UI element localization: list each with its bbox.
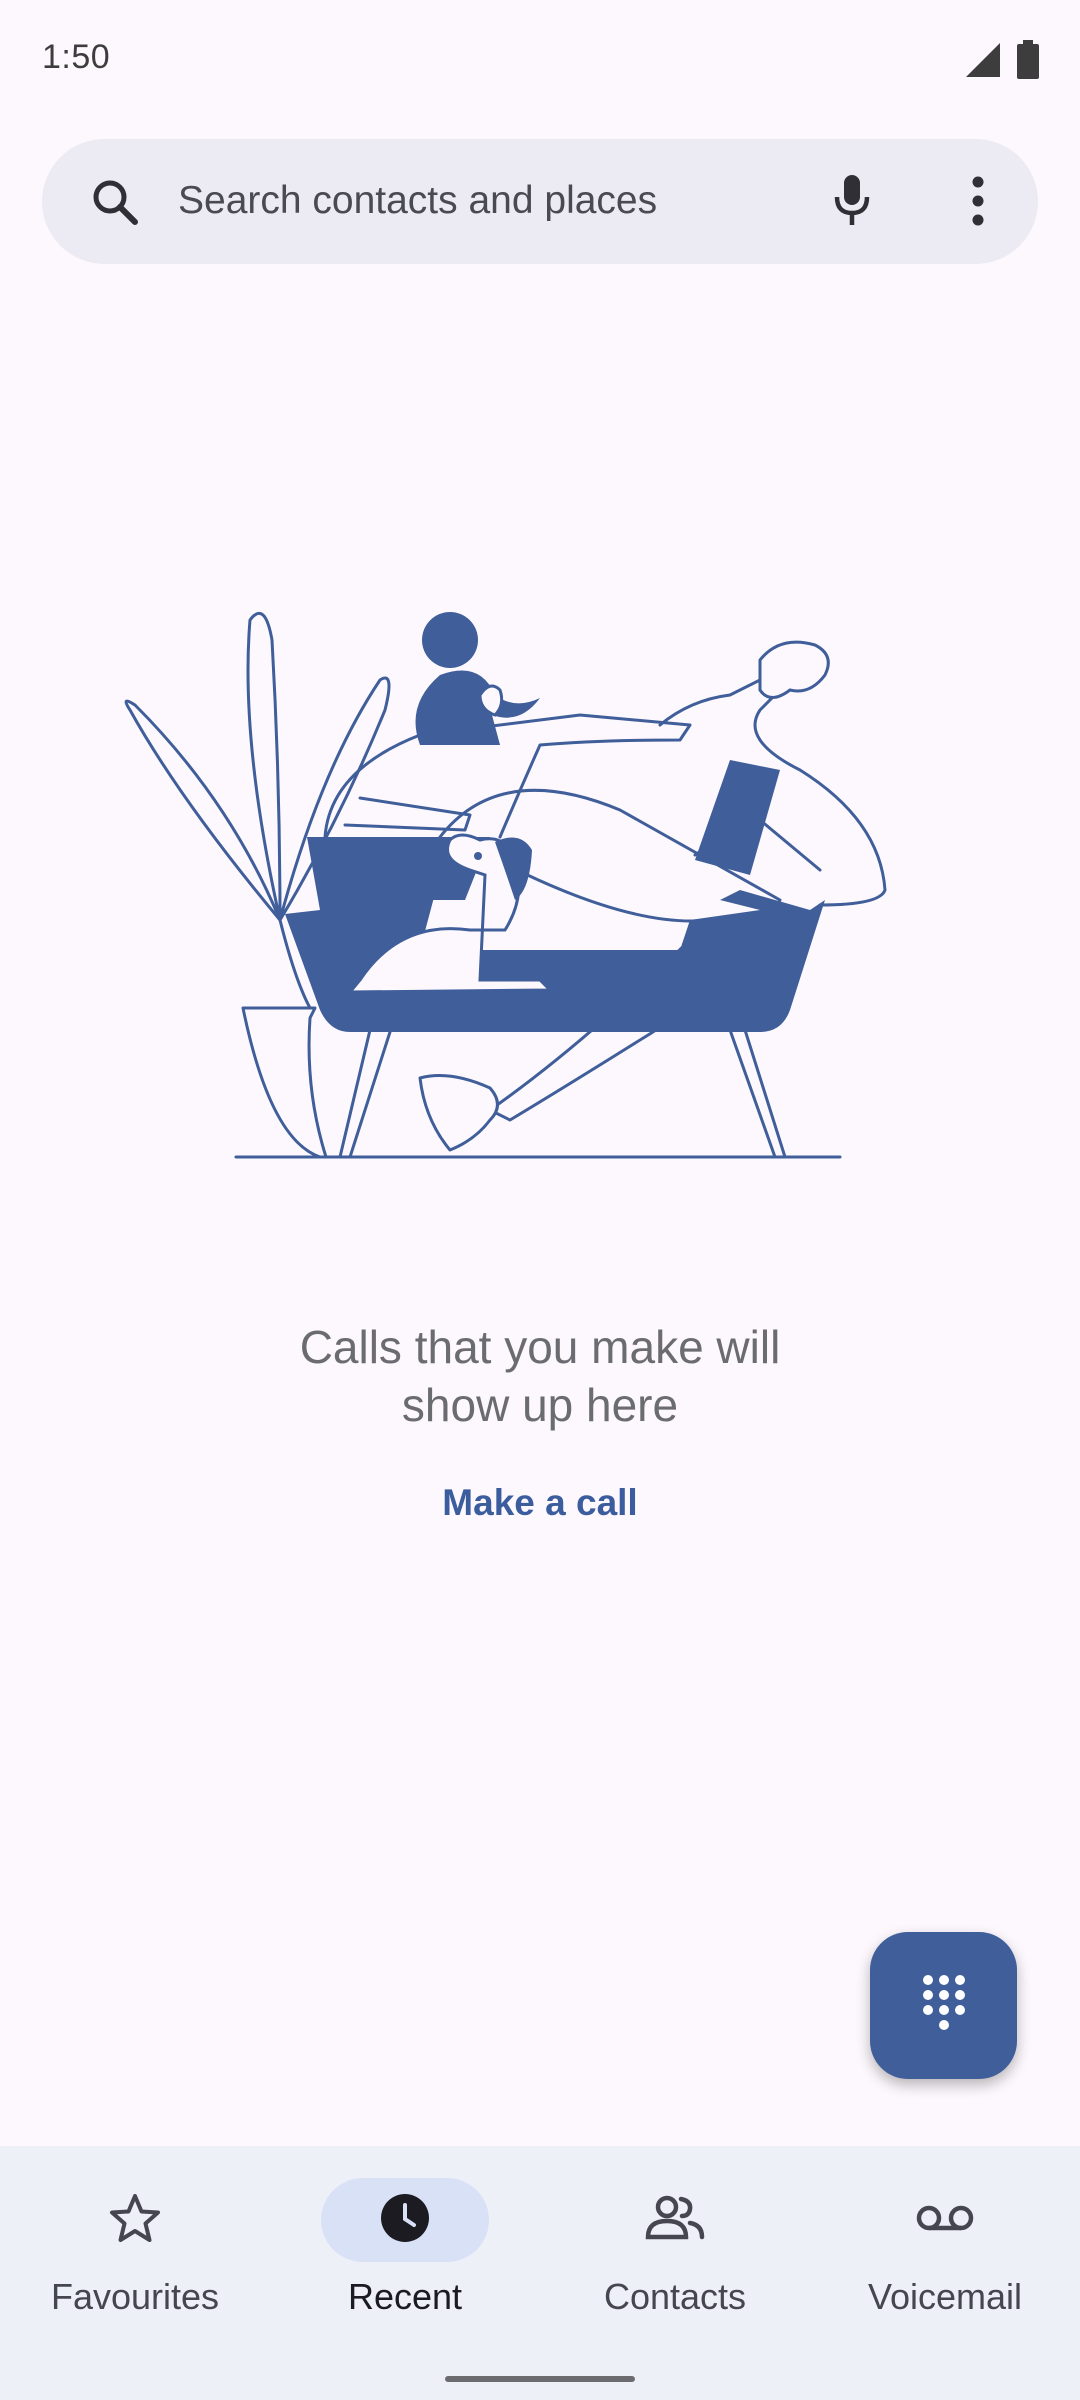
voicemail-icon: [915, 2203, 975, 2238]
person-and-dog-on-sofa-illustration: [120, 600, 960, 1170]
nav-favourites-icon-container: [51, 2178, 219, 2262]
nav-recent-icon-container: [321, 2178, 489, 2262]
status-bar: 1:50: [0, 0, 1080, 120]
clock-icon: [379, 2192, 431, 2249]
search-bar[interactable]: Search contacts and places: [42, 139, 1038, 264]
people-icon: [645, 2195, 705, 2246]
battery-icon: [1016, 40, 1040, 85]
nav-item-contacts[interactable]: Contacts: [540, 2146, 810, 2346]
nav-item-favourites[interactable]: Favourites: [0, 2146, 270, 2346]
nav-label-favourites: Favourites: [50, 2276, 220, 2317]
home-gesture-indicator[interactable]: [445, 2376, 635, 2382]
search-input[interactable]: Search contacts and places: [178, 179, 657, 223]
status-time: 1:50: [42, 38, 111, 76]
make-a-call-button[interactable]: Make a call: [390, 1482, 690, 1524]
more-vert-icon[interactable]: [948, 169, 1008, 233]
dialpad-icon: [920, 1973, 968, 2038]
nav-item-voicemail[interactable]: Voicemail: [810, 2146, 1080, 2346]
nav-voicemail-icon-container: [861, 2178, 1029, 2262]
mic-icon[interactable]: [822, 169, 882, 233]
dialpad-fab[interactable]: [870, 1932, 1017, 2079]
empty-state-line2: show up here: [401, 1379, 679, 1431]
nav-label-recent: Recent: [347, 2276, 463, 2317]
phone-app-recents-screen: 1:50 Search contacts and places Calls th…: [0, 0, 1080, 2400]
search-icon: [90, 177, 140, 227]
nav-label-contacts: Contacts: [603, 2276, 747, 2317]
nav-item-recent[interactable]: Recent: [270, 2146, 540, 2346]
empty-state-message: Calls that you make will show up here: [140, 1318, 940, 1434]
cell-signal-icon: [964, 41, 1002, 84]
star-icon: [109, 2193, 161, 2248]
nav-contacts-icon-container: [591, 2178, 759, 2262]
empty-state-line1: Calls that you make will: [299, 1321, 781, 1373]
bottom-navigation: Favourites Recent Contacts Voicemail: [0, 2146, 1080, 2400]
nav-label-voicemail: Voicemail: [867, 2276, 1023, 2317]
status-icons: [964, 40, 1040, 85]
